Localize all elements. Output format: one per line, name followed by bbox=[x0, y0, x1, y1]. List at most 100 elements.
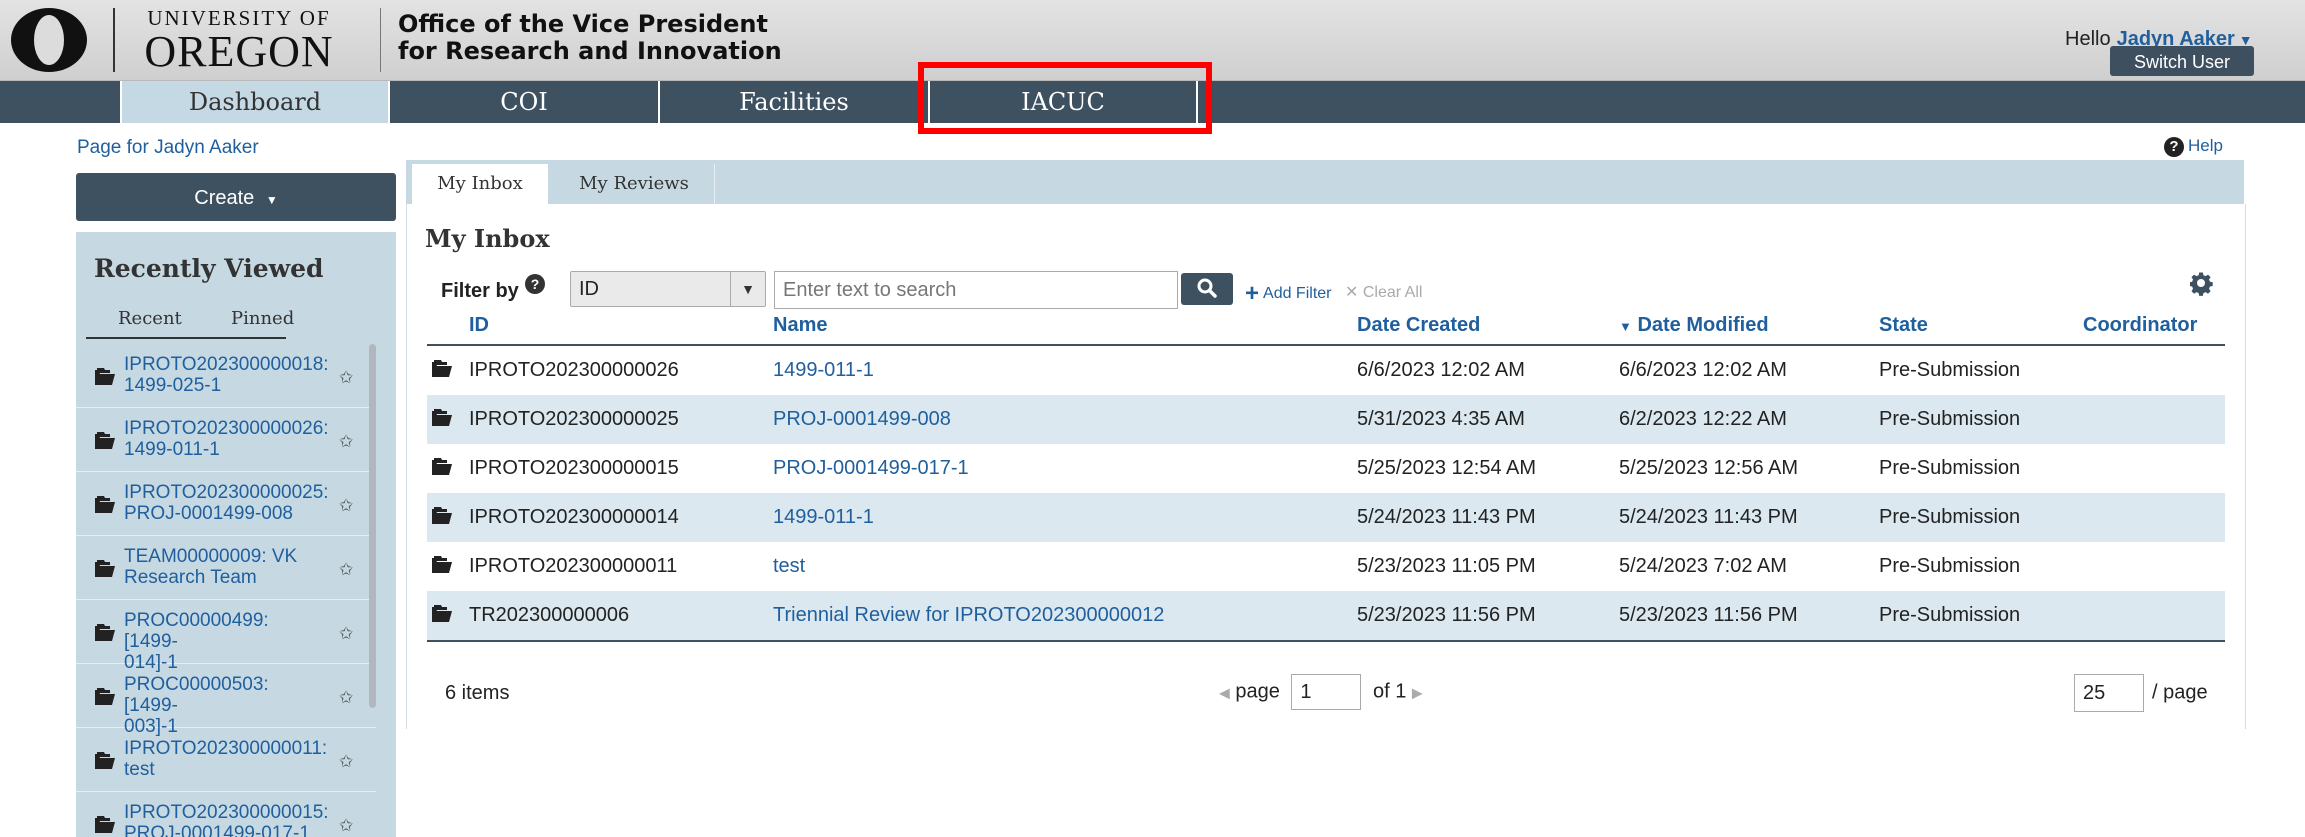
recent-item-line2[interactable]: Research Team bbox=[124, 567, 324, 588]
page-number-input[interactable]: 1 bbox=[1291, 674, 1362, 710]
row-state: Pre-Submission bbox=[1879, 457, 2021, 479]
items-count: 6 items bbox=[445, 682, 510, 704]
clear-all-label[interactable]: Clear All bbox=[1363, 284, 1423, 301]
recent-item[interactable]: IPROTO202300000018: 1499-025-1 ✩ bbox=[76, 344, 376, 408]
prev-page-icon[interactable]: ◀ bbox=[1219, 684, 1230, 700]
filter-field-select[interactable]: ID ▼ bbox=[570, 271, 766, 307]
column-header-name[interactable]: Name bbox=[773, 314, 1357, 346]
help-label[interactable]: Help bbox=[2188, 136, 2223, 155]
row-id: IPROTO202300000011 bbox=[469, 555, 678, 577]
recent-item[interactable]: PROC00000499: [1499- 014]-1 ✩ bbox=[76, 600, 376, 673]
recent-item-line1[interactable]: PROC00000503: [1499- bbox=[124, 674, 324, 716]
recent-item-line1[interactable]: PROC00000499: [1499- bbox=[124, 610, 324, 652]
column-header-id[interactable]: ID bbox=[469, 314, 773, 346]
chevron-down-icon[interactable]: ▼ bbox=[730, 272, 765, 306]
office-title-line2: for Research and Innovation bbox=[398, 37, 782, 65]
clear-all-link[interactable]: ✕ Clear All bbox=[1345, 282, 1422, 302]
recent-item-link[interactable]: IPROTO202300000026: 1499-011-1 bbox=[124, 418, 329, 460]
folder-icon bbox=[94, 494, 116, 519]
tab-recent[interactable]: Recent bbox=[118, 308, 182, 329]
column-header-state[interactable]: State bbox=[1879, 314, 2083, 346]
recent-item-link[interactable]: IPROTO202300000018: 1499-025-1 bbox=[124, 354, 329, 396]
recent-item-line1[interactable]: IPROTO202300000015: bbox=[124, 802, 329, 823]
recent-item-line1[interactable]: IPROTO202300000018: bbox=[124, 354, 329, 375]
search-button[interactable] bbox=[1181, 273, 1233, 305]
row-folder-icon-cell bbox=[427, 591, 469, 642]
logo-divider bbox=[113, 8, 115, 72]
help-link[interactable]: ? Help bbox=[2164, 136, 2223, 157]
recent-item-line1[interactable]: IPROTO202300000011: bbox=[124, 738, 327, 759]
column-header-date-created[interactable]: Date Created bbox=[1357, 314, 1619, 346]
tab-my-inbox[interactable]: My Inbox bbox=[412, 164, 548, 204]
pin-icon[interactable]: ✩ bbox=[339, 816, 353, 836]
row-state: Pre-Submission bbox=[1879, 493, 2083, 542]
close-icon[interactable]: ✕ bbox=[1345, 284, 1358, 301]
recent-item-link[interactable]: TEAM00000009: VK Research Team bbox=[124, 546, 324, 588]
tab-pinned[interactable]: Pinned bbox=[231, 308, 294, 329]
row-name-link[interactable]: PROJ-0001499-017-1 bbox=[773, 444, 1357, 493]
pin-icon[interactable]: ✩ bbox=[339, 624, 353, 644]
tab-my-reviews[interactable]: My Reviews bbox=[554, 164, 715, 204]
add-filter-label[interactable]: Add Filter bbox=[1263, 285, 1331, 302]
help-icon[interactable]: ? bbox=[2164, 137, 2184, 157]
recent-item-link[interactable]: IPROTO202300000011: test bbox=[124, 738, 327, 780]
row-name-link[interactable]: 1499-011-1 bbox=[773, 345, 1357, 395]
gear-icon[interactable] bbox=[2190, 272, 2214, 296]
pin-icon[interactable]: ✩ bbox=[339, 688, 353, 708]
row-name-link[interactable]: Triennial Review for IPROTO202300000012 bbox=[773, 591, 1357, 642]
pin-icon[interactable]: ✩ bbox=[339, 432, 353, 452]
recent-item-line2[interactable]: test bbox=[124, 759, 324, 780]
page-for-label[interactable]: Page for Jadyn Aaker bbox=[77, 137, 259, 159]
recent-item[interactable]: IPROTO202300000015: PROJ-0001499-017-1 ✩ bbox=[76, 792, 376, 837]
row-id: IPROTO202300000014 bbox=[469, 493, 773, 542]
recent-item[interactable]: IPROTO202300000026: 1499-011-1 ✩ bbox=[76, 408, 376, 472]
pin-icon[interactable]: ✩ bbox=[339, 560, 353, 580]
recent-item-line2[interactable]: 1499-025-1 bbox=[124, 375, 324, 396]
row-name-link[interactable]: 1499-011-1 bbox=[773, 493, 1357, 542]
create-button[interactable]: Create ▼ bbox=[76, 173, 396, 221]
pin-icon[interactable]: ✩ bbox=[339, 496, 353, 516]
folder-icon bbox=[94, 814, 116, 837]
recent-item[interactable]: IPROTO202300000011: test ✩ bbox=[76, 728, 376, 792]
pager: ◀ page 1 of 1 ▶ bbox=[1219, 674, 1423, 710]
inbox-panel: My Inbox Filter by ? ID ▼ +Add Filter ✕ … bbox=[406, 204, 2246, 729]
next-page-icon[interactable]: ▶ bbox=[1412, 684, 1423, 700]
recent-item-line1[interactable]: TEAM00000009: VK bbox=[124, 546, 324, 567]
caret-down-icon[interactable]: ▼ bbox=[266, 193, 278, 207]
folder-icon bbox=[94, 686, 116, 711]
recent-item-line1[interactable]: IPROTO202300000026: bbox=[124, 418, 329, 439]
recent-item-line2[interactable]: PROJ-0001499-017-1 bbox=[124, 823, 324, 837]
recent-item-line1[interactable]: IPROTO202300000025: bbox=[124, 482, 329, 503]
per-page-input[interactable]: 25 bbox=[2074, 674, 2144, 712]
inbox-table: ID Name Date Created ▼ Date Modified Sta… bbox=[427, 314, 2225, 642]
column-header-date-modified[interactable]: ▼ Date Modified bbox=[1619, 314, 1879, 346]
uo-logo-icon[interactable] bbox=[8, 6, 90, 74]
pin-icon[interactable]: ✩ bbox=[339, 368, 353, 388]
create-label[interactable]: Create bbox=[194, 187, 254, 209]
recent-item[interactable]: IPROTO202300000025: PROJ-0001499-008 ✩ bbox=[76, 472, 376, 536]
add-filter-link[interactable]: + Add Filter bbox=[1245, 280, 1331, 308]
nav-tab-dashboard[interactable]: Dashboard bbox=[122, 81, 390, 123]
row-name-link[interactable]: PROJ-0001499-008 bbox=[773, 395, 1357, 444]
column-header-coordinator[interactable]: Coordinator bbox=[2083, 314, 2225, 346]
recent-scrollbar[interactable] bbox=[369, 344, 376, 708]
folder-icon bbox=[431, 359, 453, 383]
sort-desc-icon[interactable]: ▼ bbox=[1619, 319, 1632, 334]
recent-item-line2[interactable]: 1499-011-1 bbox=[124, 439, 324, 460]
filter-help-icon[interactable]: ? bbox=[525, 274, 545, 294]
pin-icon[interactable]: ✩ bbox=[339, 752, 353, 772]
recent-item[interactable]: PROC00000503: [1499- 003]-1 ✩ bbox=[76, 664, 376, 737]
nav-tab-coi[interactable]: COI bbox=[390, 81, 660, 123]
row-name-link[interactable]: test bbox=[773, 542, 1357, 591]
plus-icon[interactable]: + bbox=[1245, 280, 1259, 307]
nav-tab-facilities[interactable]: Facilities bbox=[660, 81, 930, 123]
filter-by-label: Filter by bbox=[441, 280, 519, 302]
search-input[interactable] bbox=[774, 271, 1178, 309]
recent-item-link[interactable]: IPROTO202300000025: PROJ-0001499-008 bbox=[124, 482, 329, 524]
recent-item-line2[interactable]: PROJ-0001499-008 bbox=[124, 503, 324, 524]
table-row: IPROTO202300000025 PROJ-0001499-008 5/31/2… bbox=[427, 395, 2225, 444]
column-header-date-modified-label[interactable]: Date Modified bbox=[1637, 314, 1768, 336]
recent-item-link[interactable]: IPROTO202300000015: PROJ-0001499-017-1 bbox=[124, 802, 329, 837]
switch-user-button[interactable]: Switch User bbox=[2110, 46, 2254, 76]
recent-item[interactable]: TEAM00000009: VK Research Team ✩ bbox=[76, 536, 376, 600]
